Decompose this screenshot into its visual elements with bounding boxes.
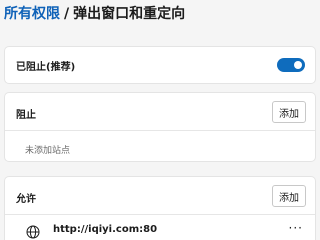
allow-divider <box>5 214 315 215</box>
site-permissions-popups-page: 所有权限 / 弹出窗口和重定向 已阻止(推荐) 阻止 添加 未添加站点 允许 添加 … <box>0 0 320 240</box>
block-empty-text: 未添加站点 <box>25 146 71 156</box>
allowed-site-row: http://iqiyi.com:80 ··· <box>5 220 315 240</box>
page-title: 所有权限 / 弹出窗口和重定向 <box>4 3 185 23</box>
blocked-toggle-label: 已阻止(推荐) <box>16 62 76 73</box>
globe-icon <box>26 224 40 239</box>
block-add-button[interactable]: 添加 <box>272 101 306 123</box>
toggle-knob <box>294 61 302 69</box>
block-section-title: 阻止 <box>16 110 36 121</box>
more-options-button[interactable]: ··· <box>289 221 303 235</box>
blocked-toggle-card: 已阻止(推荐) <box>5 47 315 83</box>
block-section: 阻止 添加 未添加站点 <box>5 93 315 161</box>
blocked-toggle-switch[interactable] <box>277 58 305 72</box>
breadcrumb-current: 弹出窗口和重定向 <box>73 6 186 22</box>
breadcrumb-all-permissions-link[interactable]: 所有权限 <box>4 6 60 22</box>
allow-add-button[interactable]: 添加 <box>272 185 306 207</box>
allow-section-title: 允许 <box>16 194 36 205</box>
allowed-site-url: http://iqiyi.com:80 <box>53 224 158 235</box>
allow-section: 允许 添加 http://iqiyi.com:80 ··· <box>5 177 315 240</box>
breadcrumb-separator: / <box>64 6 70 22</box>
block-divider <box>5 130 315 131</box>
